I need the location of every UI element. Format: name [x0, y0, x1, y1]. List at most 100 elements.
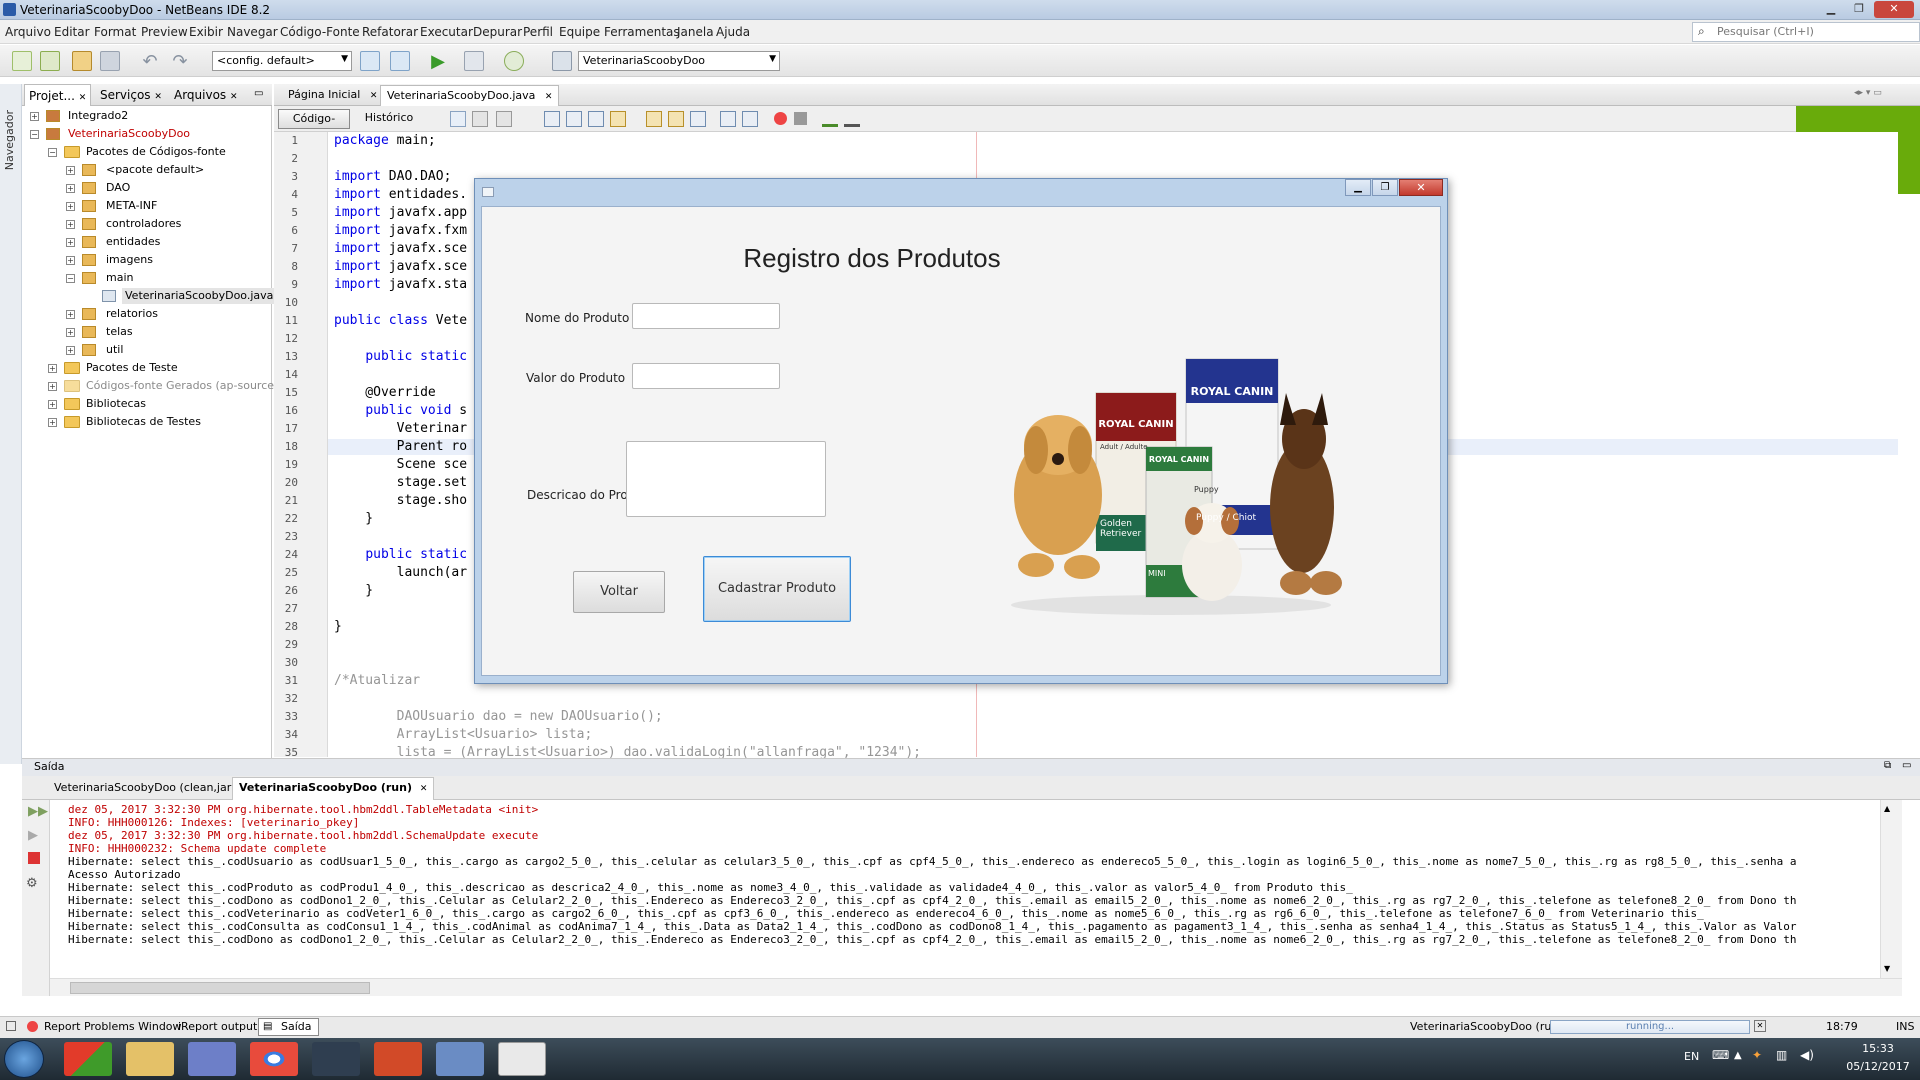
tab-pagina-inicial[interactable]: Página Inicial ✕ — [282, 85, 383, 106]
scroll-down-icon[interactable]: ▼ — [1884, 964, 1890, 973]
dialog-minimize-button[interactable]: ▁ — [1345, 179, 1371, 196]
tab-run[interactable]: VeterinariaScoobyDoo (run) ✕ — [232, 777, 435, 800]
taskbar-powerpoint-icon[interactable] — [374, 1042, 422, 1076]
collapse-icon[interactable]: − — [30, 130, 39, 139]
tab-codigo-fonte[interactable]: Código-Fonte — [278, 109, 350, 143]
record-macro-icon[interactable] — [774, 112, 787, 125]
taskbar-virtualbox-icon[interactable] — [436, 1042, 484, 1076]
shift-left-icon[interactable] — [720, 111, 736, 127]
scroll-tabs-icon[interactable]: ◂▸ ▾ ▭ — [1848, 85, 1888, 106]
menu-janela[interactable]: Janela — [677, 25, 714, 39]
minimize-panel-icon[interactable]: ▭ — [250, 84, 267, 106]
tree-item-java-file[interactable]: VeterinariaScoobyDoo.java — [122, 288, 277, 304]
expand-icon[interactable]: + — [66, 256, 75, 265]
minimize-button[interactable]: ▁ — [1818, 1, 1844, 18]
valor-input[interactable] — [632, 363, 780, 389]
descricao-textarea[interactable] — [626, 441, 826, 517]
tree-item-veterinaria[interactable]: VeterinariaScoobyDoo — [68, 126, 190, 142]
stop-icon[interactable] — [28, 852, 40, 864]
language-indicator[interactable]: EN — [1684, 1050, 1699, 1063]
profile-icon[interactable] — [504, 51, 524, 71]
last-edit-icon[interactable] — [450, 111, 466, 127]
find-next-icon[interactable] — [588, 111, 604, 127]
close-icon[interactable]: ✕ — [230, 92, 238, 102]
horizontal-scrollbar[interactable] — [50, 978, 1902, 996]
close-icon[interactable]: ✕ — [420, 784, 428, 794]
taskbar-java-icon[interactable] — [498, 1042, 546, 1076]
taskbar-discord-icon[interactable] — [188, 1042, 236, 1076]
taskbar-office-icon[interactable] — [64, 1042, 112, 1076]
config-combo[interactable]: <config. default> ▼ — [212, 51, 352, 71]
ireport-output-tab[interactable]: iReport output — [178, 1020, 257, 1033]
network-icon[interactable]: ▥ — [1776, 1048, 1787, 1062]
expand-icon[interactable]: + — [48, 400, 57, 409]
run-icon[interactable]: ▶ — [428, 51, 448, 72]
tree-item-entidades[interactable]: entidades — [106, 234, 160, 250]
menu-ferramentas[interactable]: Ferramentas — [604, 25, 680, 39]
close-icon[interactable]: ✕ — [370, 91, 378, 101]
tree-item-bibliotecas[interactable]: Bibliotecas — [86, 396, 146, 412]
expand-icon[interactable]: + — [66, 220, 75, 229]
tray-expand-icon[interactable]: ▲ — [1734, 1050, 1742, 1061]
toggle-highlight-icon[interactable] — [610, 111, 626, 127]
expand-icon[interactable]: + — [66, 166, 75, 175]
expand-icon[interactable]: + — [66, 310, 75, 319]
menu-navegar[interactable]: Navegar — [227, 25, 278, 39]
menu-exibir[interactable]: Exibir — [189, 25, 223, 39]
tree-item-imagens[interactable]: imagens — [106, 252, 153, 268]
start-macro-icon[interactable] — [822, 111, 838, 127]
tree-item-pacotes-fonte[interactable]: Pacotes de Códigos-fonte — [86, 144, 226, 160]
dialog-maximize-button[interactable]: ❐ — [1372, 179, 1398, 196]
expand-icon[interactable]: + — [66, 184, 75, 193]
chart-icon[interactable] — [844, 111, 860, 127]
find-previous-icon[interactable] — [566, 111, 582, 127]
expand-icon[interactable]: + — [48, 382, 57, 391]
stop-macro-icon[interactable] — [794, 112, 807, 125]
forward-icon[interactable] — [496, 111, 512, 127]
back-icon[interactable] — [472, 111, 488, 127]
expand-icon[interactable]: + — [66, 328, 75, 337]
collapse-icon[interactable]: − — [48, 148, 57, 157]
minimize-panel-icon[interactable]: ▭ — [1902, 760, 1911, 771]
project-combo[interactable]: VeterinariaScoobyDoo ▼ — [578, 51, 780, 71]
expand-icon[interactable]: + — [48, 364, 57, 373]
menu-depurar[interactable]: Depurar — [473, 25, 522, 39]
volume-icon[interactable]: ◀) — [1800, 1048, 1814, 1062]
output-console[interactable]: dez 05, 2017 3:32:30 PM org.hibernate.to… — [50, 800, 1902, 996]
menu-editar[interactable]: Editar — [54, 25, 90, 39]
project-config-icon[interactable] — [552, 51, 572, 71]
find-icon[interactable] — [544, 111, 560, 127]
tree-item-telas[interactable]: telas — [106, 324, 133, 340]
new-file-icon[interactable] — [12, 51, 32, 71]
build-icon[interactable] — [360, 51, 380, 71]
menu-codigo-fonte[interactable]: Código-Fonte — [280, 25, 360, 39]
saida-tab[interactable]: ▤ Saída — [258, 1018, 319, 1036]
redo-icon[interactable]: ↷ — [170, 51, 190, 72]
scroll-thumb[interactable] — [70, 982, 370, 994]
dialog-close-button[interactable]: ✕ — [1399, 179, 1443, 196]
clock-date[interactable]: 05/12/2017 — [1842, 1060, 1914, 1073]
maximize-button[interactable]: ❐ — [1846, 1, 1872, 18]
tree-item-integrado2[interactable]: Integrado2 — [68, 108, 128, 124]
nome-input[interactable] — [632, 303, 780, 329]
open-project-icon[interactable] — [72, 51, 92, 71]
shift-right-icon[interactable] — [742, 111, 758, 127]
start-button[interactable] — [4, 1040, 44, 1078]
settings-icon[interactable]: ⚙ — [26, 876, 38, 891]
taskbar-explorer-icon[interactable] — [126, 1042, 174, 1076]
expand-icon[interactable]: + — [48, 418, 57, 427]
menu-preview[interactable]: Preview — [141, 25, 188, 39]
vertical-scrollbar[interactable]: ▲ ▼ — [1880, 800, 1902, 978]
tree-item-controladores[interactable]: controladores — [106, 216, 181, 232]
expand-icon[interactable]: + — [66, 202, 75, 211]
cadastrar-produto-button[interactable]: Cadastrar Produto — [703, 556, 851, 622]
clock-time[interactable]: 15:33 — [1848, 1042, 1908, 1055]
save-all-icon[interactable] — [100, 51, 120, 71]
report-problems-tab[interactable]: Report Problems Window — [44, 1020, 182, 1033]
voltar-button[interactable]: Voltar — [573, 571, 665, 613]
menu-format[interactable]: Format — [94, 25, 136, 39]
close-button[interactable]: ✕ — [1874, 1, 1914, 18]
tree-item-pacotes-teste[interactable]: Pacotes de Teste — [86, 360, 178, 376]
clean-build-icon[interactable] — [390, 51, 410, 71]
tree-item-gerados[interactable]: Códigos-fonte Gerados (ap-source-out — [86, 378, 296, 394]
